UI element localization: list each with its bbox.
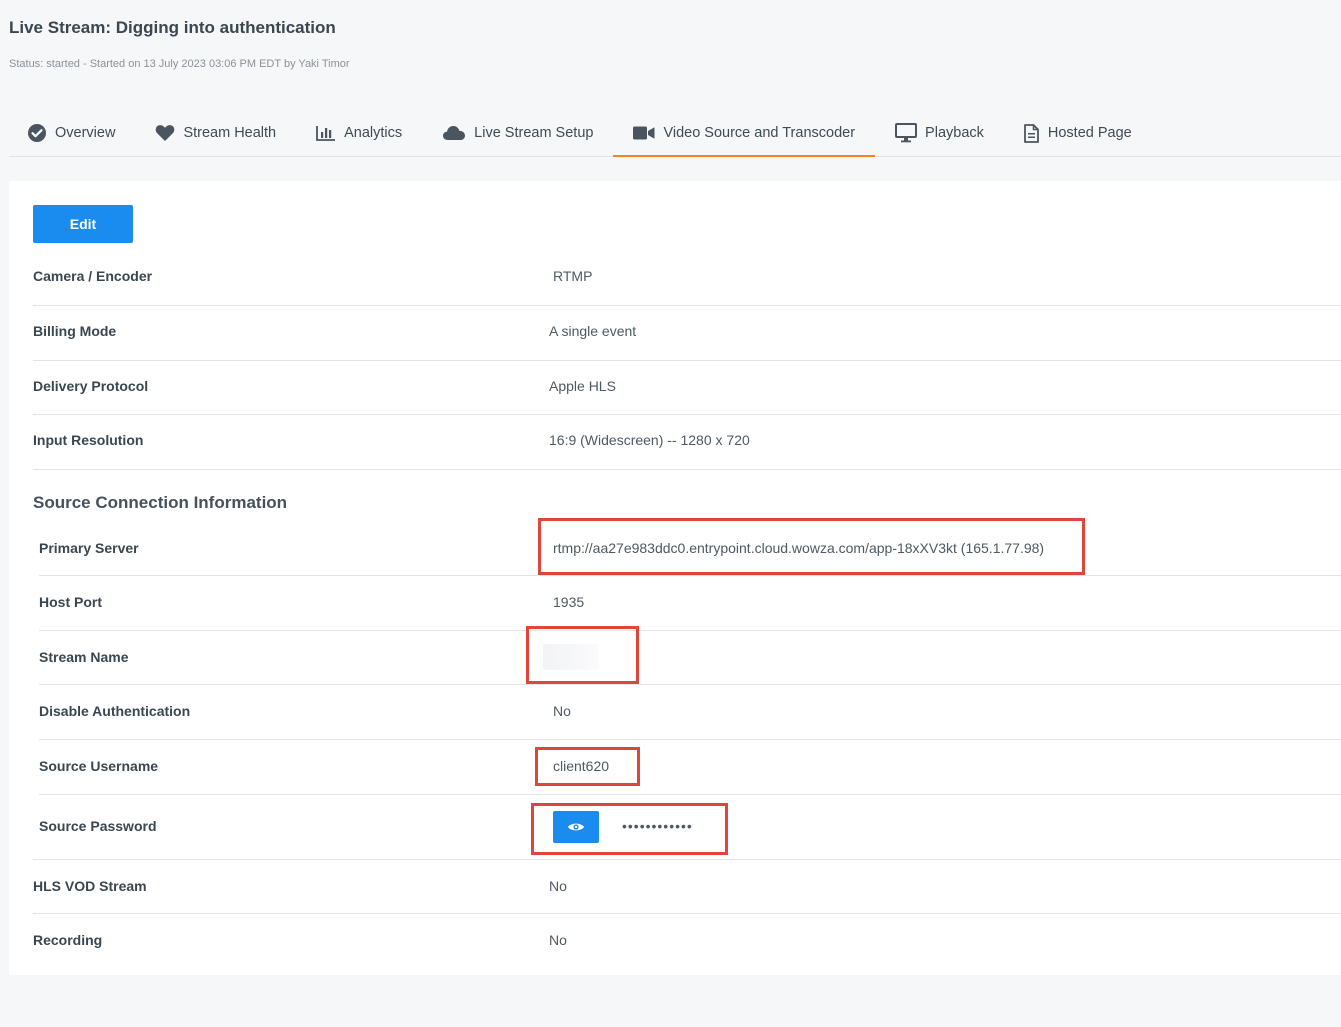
hls-vod-value: No bbox=[549, 878, 567, 894]
primary-server-highlight bbox=[538, 518, 1085, 575]
tab-label: Live Stream Setup bbox=[474, 125, 594, 141]
recording-value: No bbox=[549, 932, 567, 948]
disable-auth-row: Disable Authentication No bbox=[39, 685, 1341, 740]
delivery-protocol-row: Delivery Protocol Apple HLS bbox=[33, 361, 1341, 415]
input-resolution-label: Input Resolution bbox=[33, 432, 144, 448]
source-username-row: Source Username client620 bbox=[39, 740, 1341, 795]
page-title: Live Stream: Digging into authentication bbox=[9, 18, 336, 37]
tab-label: Stream Health bbox=[183, 125, 277, 141]
tab-live-stream-setup[interactable]: Live Stream Setup bbox=[422, 110, 613, 156]
billing-mode-value: A single event bbox=[549, 323, 637, 339]
stream-name-row: Stream Name bbox=[39, 631, 1341, 685]
tab-stream-health[interactable]: Stream Health bbox=[135, 110, 296, 156]
hls-vod-label: HLS VOD Stream bbox=[33, 878, 147, 894]
tab-label: Analytics bbox=[344, 125, 403, 141]
billing-mode-label: Billing Mode bbox=[33, 323, 117, 339]
check-circle-icon bbox=[27, 123, 47, 143]
primary-server-label: Primary Server bbox=[39, 540, 139, 556]
camera-encoder-row: Camera / Encoder RTMP bbox=[33, 251, 1341, 306]
status-line: Status: started - Started on 13 July 202… bbox=[9, 58, 350, 70]
recording-row: Recording No bbox=[33, 914, 1341, 969]
stream-name-label: Stream Name bbox=[39, 649, 129, 665]
host-port-value: 1935 bbox=[553, 594, 585, 610]
recording-label: Recording bbox=[33, 932, 103, 948]
tab-playback[interactable]: Playback bbox=[875, 110, 1004, 156]
details-card: Edit Camera / Encoder RTMP Billing Mode … bbox=[9, 181, 1341, 975]
source-password-label: Source Password bbox=[39, 818, 157, 834]
hls-vod-row: HLS VOD Stream No bbox=[33, 860, 1341, 914]
delivery-protocol-label: Delivery Protocol bbox=[33, 378, 149, 394]
tab-label: Video Source and Transcoder bbox=[663, 125, 856, 141]
edit-button[interactable]: Edit bbox=[33, 205, 133, 243]
billing-mode-row: Billing Mode A single event bbox=[33, 306, 1341, 361]
camera-encoder-value: RTMP bbox=[553, 268, 593, 284]
delivery-protocol-value: Apple HLS bbox=[549, 378, 616, 394]
input-resolution-value: 16:9 (Widescreen) -- 1280 x 720 bbox=[549, 432, 750, 448]
disable-auth-value: No bbox=[553, 703, 571, 719]
tab-overview[interactable]: Overview bbox=[9, 110, 135, 156]
disable-auth-label: Disable Authentication bbox=[39, 703, 191, 719]
video-camera-icon bbox=[633, 123, 655, 143]
tab-label: Hosted Page bbox=[1047, 125, 1132, 141]
stream-name-highlight bbox=[526, 626, 639, 684]
camera-encoder-label: Camera / Encoder bbox=[33, 268, 153, 284]
cloud-icon bbox=[442, 123, 466, 143]
bar-chart-icon bbox=[316, 123, 336, 143]
tab-label: Playback bbox=[925, 125, 984, 141]
document-icon bbox=[1024, 123, 1040, 143]
host-port-label: Host Port bbox=[39, 594, 102, 610]
source-password-highlight bbox=[531, 803, 728, 855]
tab-analytics[interactable]: Analytics bbox=[296, 110, 422, 156]
monitor-icon bbox=[895, 123, 918, 143]
section-title: Source Connection Information bbox=[33, 493, 288, 512]
tab-hosted-page[interactable]: Hosted Page bbox=[1004, 110, 1152, 156]
tab-video-source-and-transcoder[interactable]: Video Source and Transcoder bbox=[613, 110, 875, 157]
source-username-label: Source Username bbox=[39, 758, 159, 774]
tab-label: Overview bbox=[55, 125, 116, 141]
tab-bar: Overview Stream Health Analytics Live St… bbox=[9, 110, 1341, 157]
host-port-row: Host Port 1935 bbox=[39, 576, 1341, 631]
input-resolution-row: Input Resolution 16:9 (Widescreen) -- 12… bbox=[33, 415, 1341, 470]
source-username-highlight bbox=[535, 747, 640, 786]
heart-icon bbox=[155, 123, 175, 143]
